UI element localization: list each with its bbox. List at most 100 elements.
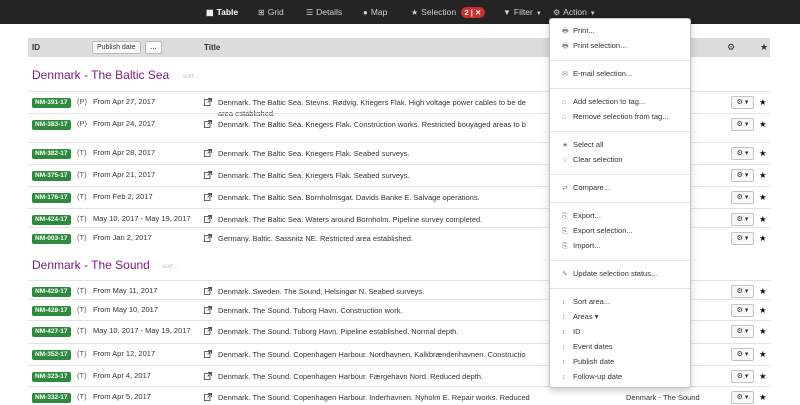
external-link-icon[interactable]: [204, 372, 212, 380]
message-title[interactable]: Denmark. The Sound. Copenhagen Harbour. …: [218, 371, 548, 382]
message-title[interactable]: Denmark. The Baltic Sea. Kriegers Flak. …: [218, 119, 548, 130]
message-id-badge[interactable]: NM-332-17: [32, 393, 71, 403]
external-link-icon[interactable]: [204, 215, 212, 223]
menu-item[interactable]: 🖶 Print selection...: [562, 40, 626, 52]
gear-icon[interactable]: ⚙: [727, 38, 735, 57]
menu-item[interactable]: 🖶 Print...: [562, 25, 595, 37]
star-icon[interactable]: ★: [759, 300, 767, 320]
message-id-badge[interactable]: NM-427-17: [32, 327, 71, 337]
row-settings-button[interactable]: ⚙ ▾: [731, 325, 754, 338]
star-icon[interactable]: ★: [759, 209, 767, 229]
menu-item[interactable]: ✉ E-mail selection...: [562, 68, 632, 80]
message-id-badge[interactable]: NM-429-17: [32, 287, 71, 297]
compare-icon: ⇄: [562, 185, 568, 192]
row-settings-button[interactable]: ⚙ ▾: [731, 304, 754, 317]
external-link-icon[interactable]: [204, 306, 212, 314]
menu-item[interactable]: ↕ Follow-up date: [562, 371, 622, 383]
message-id-badge[interactable]: NM-375-17: [32, 171, 71, 181]
external-link-icon[interactable]: [204, 193, 212, 201]
menu-item[interactable]: ↕ Event dates: [562, 341, 613, 353]
row-settings-button[interactable]: ⚙ ▾: [731, 169, 754, 182]
message-title[interactable]: Denmark. The Baltic Sea. Bornholmsgat. D…: [218, 192, 548, 203]
message-id-badge[interactable]: NM-428-17: [32, 306, 71, 316]
menu-item[interactable]: ↕ Publish date: [562, 356, 614, 368]
star-icon[interactable]: ★: [759, 187, 767, 207]
row-settings-button[interactable]: ⚙ ▾: [731, 232, 754, 245]
menu-item[interactable]: ✎ Update selection status...: [562, 268, 657, 280]
row-settings-button[interactable]: ⚙ ▾: [731, 213, 754, 226]
nav-map[interactable]: ● Map: [363, 0, 387, 24]
row-settings-button[interactable]: ⚙ ▾: [731, 348, 754, 361]
row-settings-button[interactable]: ⚙ ▾: [731, 285, 754, 298]
star-icon[interactable]: ★: [759, 387, 767, 405]
message-id-badge[interactable]: NM-323-17: [32, 372, 71, 382]
message-id-badge[interactable]: NM-352-17: [32, 350, 71, 360]
message-id-badge[interactable]: NM-003-17: [32, 234, 71, 244]
star-icon[interactable]: ★: [759, 321, 767, 341]
row-settings-button[interactable]: ⚙ ▾: [731, 118, 754, 131]
external-link-icon[interactable]: [204, 120, 212, 128]
table-row[interactable]: NM-332-17 (T) From Apr 5, 2017 Denmark. The…: [28, 386, 770, 405]
nav-filter[interactable]: ▼ Filter ▼: [503, 0, 542, 24]
more-columns-button[interactable]: ...: [145, 41, 162, 54]
nav-table[interactable]: ▦ Table: [206, 0, 238, 24]
title-column-header[interactable]: Title: [204, 38, 220, 57]
external-link-icon[interactable]: [204, 149, 212, 157]
selection-count-badge[interactable]: 2 | ✕: [460, 7, 486, 19]
star-icon[interactable]: ★: [759, 92, 767, 112]
message-title[interactable]: Denmark. The Sound. Tuborg Havn. Pipelin…: [218, 326, 548, 337]
menu-item[interactable]: ↕ Areas ▾: [562, 311, 598, 323]
menu-item[interactable]: ⎘ Export selection...: [562, 225, 633, 237]
star-icon[interactable]: ★: [759, 165, 767, 185]
external-link-icon[interactable]: [204, 98, 212, 106]
message-id-badge[interactable]: NM-382-17: [32, 149, 71, 159]
menu-item[interactable]: ⎘ Export...: [562, 210, 601, 222]
menu-item[interactable]: ⎘ Import...: [562, 240, 601, 252]
nav-details[interactable]: ☰ Details: [306, 0, 342, 24]
message-id-badge[interactable]: NM-391-17: [32, 98, 71, 108]
row-settings-button[interactable]: ⚙ ▾: [731, 147, 754, 160]
star-icon[interactable]: ★: [759, 228, 767, 248]
star-icon[interactable]: ★: [759, 114, 767, 134]
nav-selection[interactable]: ★ Selection 2 | ✕: [411, 0, 486, 24]
message-id-badge[interactable]: NM-424-17: [32, 215, 71, 225]
menu-item[interactable]: ★ Select all: [562, 139, 603, 151]
sort-link[interactable]: sort...: [183, 73, 199, 80]
external-link-icon[interactable]: [204, 393, 212, 401]
star-icon[interactable]: ★: [759, 281, 767, 301]
message-title[interactable]: Denmark. The Sound. Copenhagen Harbour. …: [218, 349, 548, 360]
star-icon[interactable]: ★: [760, 38, 768, 57]
message-title[interactable]: Denmark. The Baltic Sea. Kriegers Flak. …: [218, 170, 548, 181]
message-title[interactable]: Denmark. The Sound. Tuborg Havn. Constru…: [218, 305, 548, 316]
nav-grid[interactable]: ⊞ Grid: [258, 0, 284, 24]
message-id-badge[interactable]: NM-176-17: [32, 193, 71, 203]
external-link-icon[interactable]: [204, 287, 212, 295]
message-title[interactable]: Germany. Baltic. Sassnitz NE. Restricted…: [218, 233, 548, 244]
external-link-icon[interactable]: [204, 327, 212, 335]
row-settings-button[interactable]: ⚙ ▾: [731, 96, 754, 109]
row-settings-button[interactable]: ⚙ ▾: [731, 191, 754, 204]
menu-item[interactable]: ⌂ Remove selection from tag...: [562, 111, 668, 123]
menu-item-label: Follow-up date: [573, 372, 623, 381]
row-settings-button[interactable]: ⚙ ▾: [731, 370, 754, 383]
external-link-icon[interactable]: [204, 350, 212, 358]
menu-item[interactable]: ⌂ Add selection to tag...: [562, 96, 645, 108]
menu-item[interactable]: ↕ ID: [562, 326, 581, 338]
message-title[interactable]: Denmark. The Baltic Sea. Kriegers Flak. …: [218, 148, 548, 159]
menu-item[interactable]: ☆ Clear selection: [562, 154, 623, 166]
row-settings-button[interactable]: ⚙ ▾: [731, 391, 754, 404]
menu-item[interactable]: ↕ Sort area...: [562, 296, 610, 308]
external-link-icon[interactable]: [204, 234, 212, 242]
message-title[interactable]: Denmark. The Baltic Sea. Waters around B…: [218, 214, 548, 225]
sort-link[interactable]: sort...: [162, 263, 178, 270]
star-icon[interactable]: ★: [759, 366, 767, 386]
star-icon[interactable]: ★: [759, 344, 767, 364]
message-id-badge[interactable]: NM-383-17: [32, 120, 71, 130]
menu-item[interactable]: ⇄ Compare...: [562, 182, 610, 194]
publish-date-button[interactable]: Publish date: [92, 41, 141, 54]
external-link-icon[interactable]: [204, 171, 212, 179]
message-title[interactable]: Denmark. Sweden. The Sound. Helsingør N.…: [218, 286, 548, 297]
message-title[interactable]: Denmark. The Sound. Copenhagen Harbour. …: [218, 392, 548, 405]
star-icon[interactable]: ★: [759, 143, 767, 163]
id-column-header[interactable]: ID: [32, 38, 40, 57]
